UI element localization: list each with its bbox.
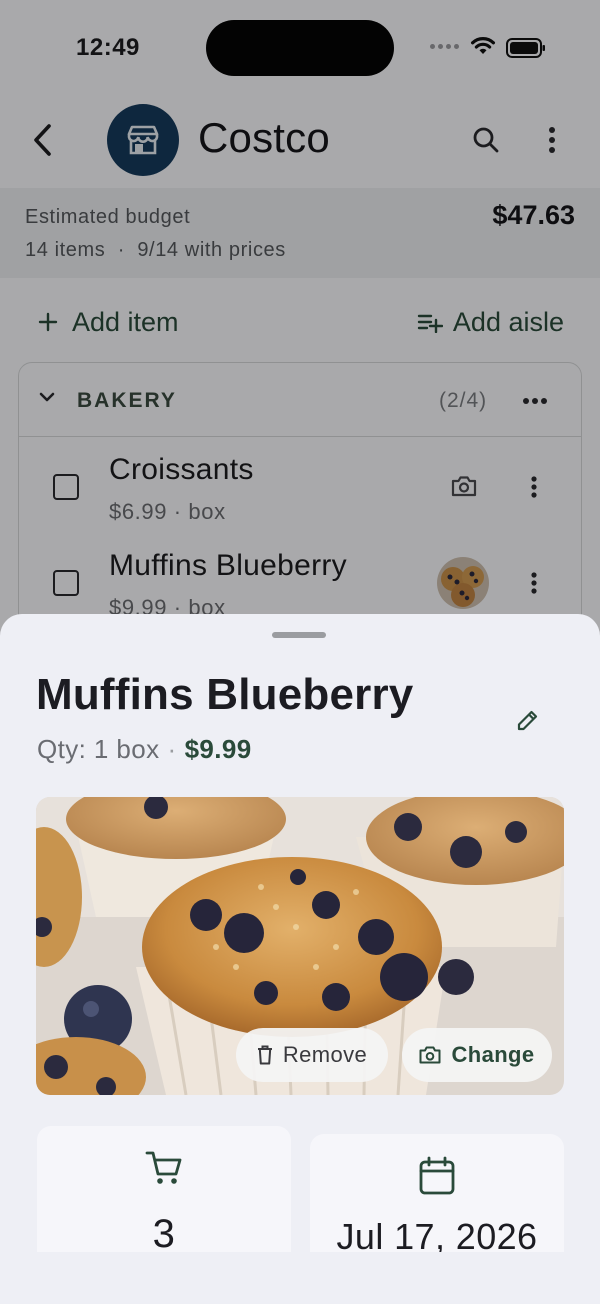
drag-handle[interactable] [272,632,326,638]
change-photo-button[interactable]: Change [402,1028,552,1082]
edit-item-button[interactable] [508,700,548,740]
calendar-icon [310,1156,564,1196]
separator-dot: · [167,734,177,764]
camera-icon [419,1046,441,1064]
trash-icon [257,1045,272,1065]
item-quantity: Qty: 1 box [37,734,160,764]
item-price: $9.99 [184,734,252,764]
change-label: Change [451,1042,535,1067]
remove-label: Remove [282,1042,368,1067]
cart-icon [37,1150,291,1186]
shopping-list-screen: 12:49 Costco Estimated budget 14 items ·… [0,0,600,1304]
pencil-icon [517,710,538,731]
item-summary: Qty: 1 box · $9.99 [37,734,252,765]
item-detail-sheet: Muffins Blueberry Qty: 1 box · $9.99 Rem… [0,614,600,1304]
quantity-value: 3 [152,1212,176,1256]
quantity-card[interactable]: 3 [37,1126,291,1266]
sheet-title: Muffins Blueberry [36,670,414,719]
sheet-bottom-fade [0,1252,600,1304]
remove-photo-button[interactable]: Remove [236,1028,388,1082]
